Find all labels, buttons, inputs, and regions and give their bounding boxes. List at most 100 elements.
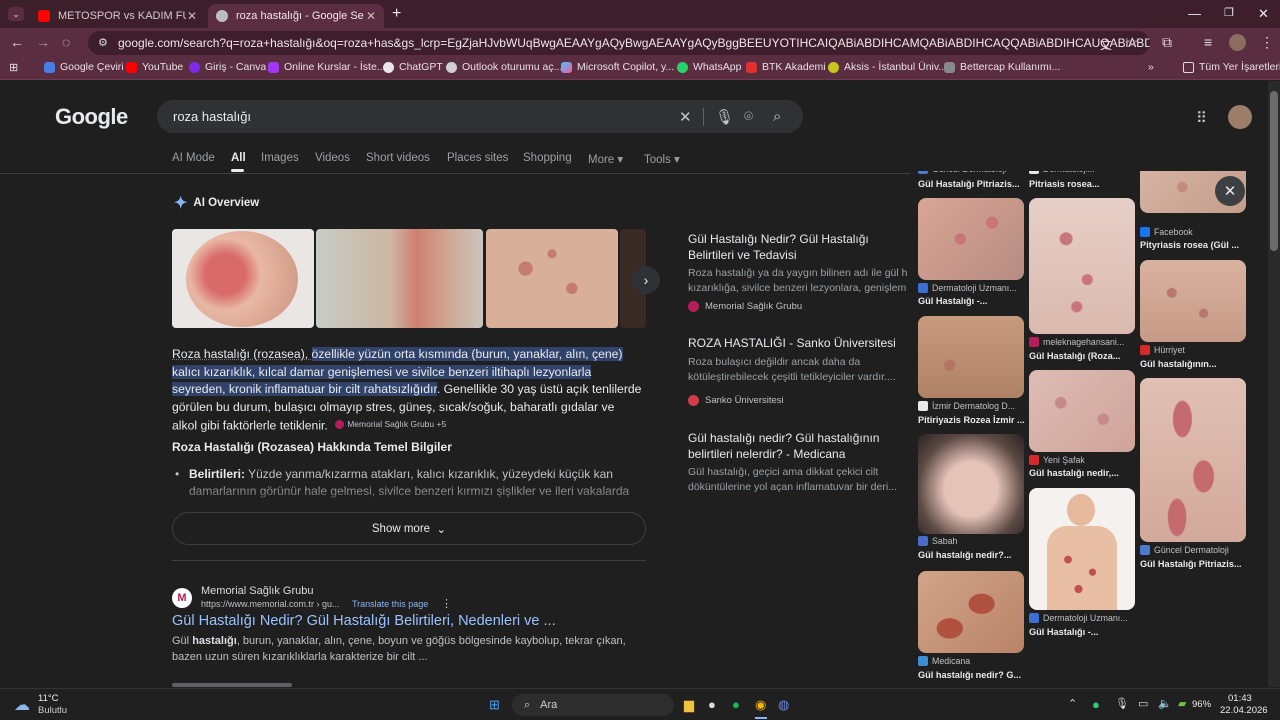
search-icon[interactable]: ⌕ bbox=[773, 108, 781, 125]
microphone-icon[interactable]: 🎙 bbox=[1115, 697, 1129, 710]
ai-image-face-2[interactable] bbox=[316, 229, 483, 328]
image-illustration-man[interactable] bbox=[1029, 488, 1135, 610]
tab-search-dropdown[interactable]: ⌄ bbox=[8, 7, 24, 21]
apps-grid-icon[interactable]: ⊞ bbox=[9, 61, 18, 74]
battery-icon[interactable]: ▰ bbox=[1178, 697, 1186, 710]
loading-stop-icon[interactable]: ◌ bbox=[62, 34, 70, 50]
ai-image-face-1[interactable] bbox=[172, 229, 314, 328]
image-caption[interactable]: Gül Hastalığı (Roza... bbox=[1029, 351, 1137, 361]
tray-app-icon[interactable]: ● bbox=[1092, 697, 1100, 712]
bookmark-item[interactable]: Aksis - İstanbul Üniv... bbox=[828, 61, 947, 73]
spotify-icon[interactable]: ● bbox=[732, 697, 740, 712]
show-more-button[interactable]: Show more ⌄ bbox=[172, 512, 646, 545]
tray-display-icon[interactable]: ▭ bbox=[1138, 697, 1148, 710]
image-caption[interactable]: Gül Hastalığı Pitriazis... bbox=[1140, 559, 1248, 569]
side-card-title[interactable]: ROZA HASTALIĞI - Sanko Üniversitesi bbox=[688, 335, 908, 351]
file-explorer-icon[interactable]: ▆ bbox=[684, 697, 694, 713]
bookmark-item[interactable]: Online Kurslar - İste... bbox=[268, 61, 386, 73]
bookmark-item[interactable]: Google Çeviri bbox=[44, 61, 124, 73]
side-card-title[interactable]: Gül hastalığı nedir? Gül hastalığının be… bbox=[688, 430, 908, 462]
browser-tab-youtube[interactable]: METOSPOR vs KADIM FUTBOL ✕ bbox=[30, 4, 205, 28]
close-tab-icon[interactable]: ✕ bbox=[187, 9, 197, 23]
voice-search-icon[interactable]: 🎙 bbox=[715, 108, 734, 126]
ai-image-back[interactable] bbox=[486, 229, 618, 328]
tab-all[interactable]: All bbox=[231, 152, 246, 164]
bookmark-item[interactable]: ChatGPT bbox=[383, 61, 443, 73]
volume-icon[interactable]: 🔈 bbox=[1158, 697, 1172, 710]
search-input[interactable]: roza hastalığı bbox=[157, 100, 803, 133]
image-skin-patch[interactable] bbox=[918, 571, 1024, 653]
clock-time[interactable]: 01:43 bbox=[1228, 693, 1252, 704]
lens-search-icon[interactable]: ⌾ bbox=[744, 108, 753, 125]
image-skin-closeup[interactable] bbox=[1029, 370, 1135, 452]
tray-chevron-icon[interactable]: ⌃ bbox=[1068, 697, 1077, 710]
scrollbar-thumb[interactable] bbox=[1270, 91, 1278, 251]
result-menu-icon[interactable]: ⋮ bbox=[441, 597, 452, 610]
ai-source-chip[interactable]: Memorial Sağlık Grubu +5 bbox=[331, 416, 446, 434]
tab-images[interactable]: Images bbox=[261, 152, 299, 164]
image-patches[interactable] bbox=[1140, 378, 1246, 542]
result-url[interactable]: https://www.memorial.com.tr › gu... bbox=[201, 599, 340, 609]
browser-tab-google[interactable]: roza hastalığı - Google Search ✕ bbox=[208, 4, 384, 28]
image-caption[interactable]: Pitriasis rosea... bbox=[1029, 179, 1137, 189]
chrome-icon[interactable]: ◉ bbox=[755, 697, 766, 713]
extensions-icon[interactable]: ⧉ bbox=[1162, 34, 1172, 51]
bookmark-item[interactable]: WhatsApp bbox=[677, 61, 741, 73]
image-chest-rash[interactable] bbox=[918, 316, 1024, 398]
image-arm-spots[interactable] bbox=[1029, 198, 1135, 334]
minimize-icon[interactable]: — bbox=[1188, 6, 1201, 21]
tab-videos[interactable]: Videos bbox=[315, 152, 350, 164]
image-caption[interactable]: Gül hastalığı nedir? G... bbox=[918, 670, 1026, 680]
app-icon-dark[interactable]: ● bbox=[708, 697, 716, 712]
google-logo[interactable]: Google bbox=[55, 104, 128, 130]
translate-link[interactable]: Translate this page bbox=[352, 599, 428, 609]
image-caption[interactable]: Gül hastalığı nedir,... bbox=[1029, 468, 1137, 478]
forward-icon[interactable]: → bbox=[36, 34, 50, 50]
image-caption[interactable]: Gül hastalığı nedir?... bbox=[918, 550, 1026, 560]
result-source-name[interactable]: Memorial Sağlık Grubu bbox=[201, 585, 314, 597]
translate-icon[interactable]: 文 bbox=[1100, 36, 1112, 53]
side-card-source[interactable]: Sanko Üniversitesi bbox=[688, 395, 784, 406]
bookmark-item[interactable]: Microsoft Copilot, y... bbox=[561, 61, 674, 73]
tab-places-sites[interactable]: Places sites bbox=[447, 152, 508, 164]
site-info-icon[interactable]: ⚙ bbox=[98, 36, 108, 49]
bookmark-item[interactable]: Bettercap Kullanımı... bbox=[944, 61, 1060, 73]
image-arm-rash[interactable] bbox=[918, 198, 1024, 280]
image-back-rash[interactable] bbox=[1140, 260, 1246, 342]
carousel-next-button[interactable]: › bbox=[632, 266, 660, 294]
bookmark-item[interactable]: YouTube bbox=[126, 61, 183, 73]
image-caption[interactable]: Gül Hastalığı -... bbox=[918, 296, 1026, 306]
bookmark-item[interactable]: Outlook oturumu aç... bbox=[446, 61, 562, 73]
image-caption[interactable]: Gül Hastalığı -... bbox=[1029, 627, 1137, 637]
image-caption[interactable]: Gül Hastalığı Pitriazis... bbox=[918, 179, 1026, 189]
result-title-link[interactable]: Gül Hastalığı Nedir? Gül Hastalığı Belir… bbox=[172, 613, 556, 629]
close-images-panel-button[interactable]: ✕ bbox=[1215, 176, 1245, 206]
tab-ai-mode[interactable]: AI Mode bbox=[172, 152, 215, 164]
profile-avatar[interactable] bbox=[1229, 34, 1246, 51]
bookmark-item[interactable]: BTK Akademi bbox=[746, 61, 826, 73]
bookmark-star-icon[interactable]: ☆ bbox=[1126, 34, 1139, 51]
address-bar[interactable]: ⚙ google.com/search?q=roza+hastalığı&oq=… bbox=[88, 31, 1150, 55]
clock-date[interactable]: 22.04.2026 bbox=[1220, 705, 1268, 716]
tab-short-videos[interactable]: Short videos bbox=[366, 152, 430, 164]
image-caption[interactable]: Pityriasis rosea (Gül ... bbox=[1140, 240, 1248, 250]
tab-tools[interactable]: Tools ▾ bbox=[644, 152, 680, 166]
discord-icon[interactable]: ◍ bbox=[778, 697, 789, 713]
page-scrollbar[interactable] bbox=[1268, 81, 1280, 687]
taskbar-search[interactable]: ⌕ Ara bbox=[512, 694, 674, 716]
bookmarks-overflow[interactable]: » bbox=[1148, 61, 1154, 73]
all-bookmarks-folder[interactable]: Tüm Yer İşaretleri bbox=[1183, 61, 1280, 73]
restore-icon[interactable]: ❐ bbox=[1224, 6, 1234, 19]
image-caption[interactable]: Pitiriyazis Rozea İzmir ... bbox=[918, 415, 1026, 425]
image-caption[interactable]: Gül hastalığının... bbox=[1140, 359, 1248, 369]
bookmark-item[interactable]: Giriş - Canva bbox=[189, 61, 266, 73]
menu-kebab-icon[interactable]: ⋮ bbox=[1260, 34, 1274, 51]
new-tab-button[interactable]: + bbox=[392, 5, 401, 23]
account-avatar[interactable] bbox=[1228, 105, 1252, 129]
image-torso-rash[interactable] bbox=[918, 434, 1024, 534]
weather-cloud-icon[interactable]: ☁ bbox=[14, 695, 30, 715]
google-apps-icon[interactable]: ⠿ bbox=[1196, 109, 1207, 127]
side-card-source[interactable]: Memorial Sağlık Grubu bbox=[688, 301, 802, 312]
tab-shopping[interactable]: Shopping bbox=[523, 152, 572, 164]
back-icon[interactable]: ← bbox=[10, 34, 24, 50]
